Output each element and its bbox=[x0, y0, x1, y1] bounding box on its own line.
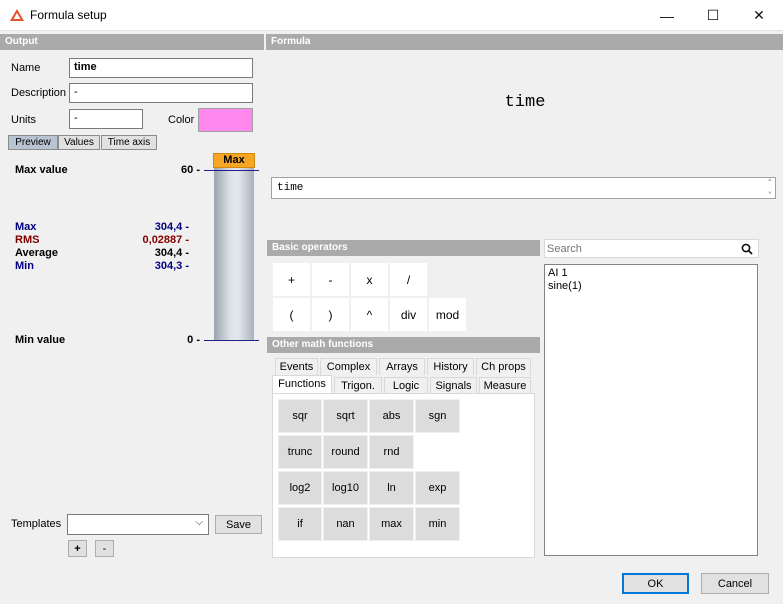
operator-close-paren-button[interactable]: ) bbox=[311, 297, 350, 332]
minimize-button[interactable]: — bbox=[644, 0, 690, 31]
tab-complex[interactable]: Complex bbox=[320, 358, 377, 375]
tab-events[interactable]: Events bbox=[275, 358, 318, 375]
stat-row-max: Max 304,4 - bbox=[15, 221, 189, 234]
save-template-button[interactable]: Save bbox=[215, 515, 262, 534]
max-value-label: Max value bbox=[15, 164, 68, 176]
function-ln-button[interactable]: ln bbox=[369, 471, 414, 505]
stat-row-min: Min 304,3 - bbox=[15, 260, 189, 273]
function-rnd-button[interactable]: rnd bbox=[369, 435, 414, 469]
add-template-button[interactable]: + bbox=[68, 540, 87, 557]
output-header: Output bbox=[0, 34, 264, 50]
function-round-button[interactable]: round bbox=[323, 435, 368, 469]
tab-time-axis[interactable]: Time axis bbox=[101, 135, 157, 150]
function-min-button[interactable]: min bbox=[415, 507, 460, 541]
operator-minus-button[interactable]: - bbox=[311, 262, 350, 297]
min-value-tick: 0 - bbox=[187, 334, 200, 346]
units-field[interactable]: - bbox=[69, 109, 143, 129]
tab-logic[interactable]: Logic bbox=[384, 377, 428, 394]
operator-open-paren-button[interactable]: ( bbox=[272, 297, 311, 332]
operator-power-button[interactable]: ^ bbox=[350, 297, 389, 332]
function-if-button[interactable]: if bbox=[278, 507, 322, 541]
tab-history[interactable]: History bbox=[427, 358, 474, 375]
operator-multiply-button[interactable]: x bbox=[350, 262, 389, 297]
tab-trigon[interactable]: Trigon. bbox=[334, 377, 382, 394]
max-marker-line bbox=[204, 170, 259, 171]
remove-template-button[interactable]: - bbox=[95, 540, 114, 557]
stat-label: RMS bbox=[15, 234, 40, 246]
ok-button[interactable]: OK bbox=[622, 573, 689, 594]
stat-value: 0,02887 - bbox=[142, 234, 189, 246]
description-label: Description bbox=[11, 87, 67, 99]
operator-mod-button[interactable]: mod bbox=[428, 297, 467, 332]
search-icon[interactable] bbox=[741, 243, 753, 255]
formula-preview-text: time bbox=[504, 93, 546, 112]
tab-signals[interactable]: Signals bbox=[430, 377, 477, 394]
function-sgn-button[interactable]: sgn bbox=[415, 399, 460, 433]
tab-functions[interactable]: Functions bbox=[272, 375, 332, 394]
color-label: Color bbox=[168, 114, 195, 126]
min-marker-line bbox=[204, 340, 259, 341]
max-bar-label: Max bbox=[213, 153, 255, 168]
stat-row-average: Average 304,4 - bbox=[15, 247, 189, 260]
chevron-down-icon: ⌵ bbox=[195, 517, 203, 528]
max-value-tick: 60 - bbox=[181, 164, 200, 176]
function-exp-button[interactable]: exp bbox=[415, 471, 460, 505]
color-swatch[interactable] bbox=[198, 108, 253, 132]
formula-preview: time bbox=[266, 93, 783, 112]
maximize-button[interactable]: ☐ bbox=[690, 0, 736, 31]
list-item[interactable]: AI 1 bbox=[548, 267, 754, 280]
formula-header: Formula bbox=[266, 34, 783, 50]
tab-measure[interactable]: Measure bbox=[479, 377, 531, 394]
formula-input[interactable]: time ⌃ ⌄ bbox=[271, 177, 776, 199]
operator-div-button[interactable]: div bbox=[389, 297, 428, 332]
window-title: Formula setup bbox=[30, 8, 107, 22]
list-item[interactable]: sine(1) bbox=[548, 280, 754, 293]
function-log10-button[interactable]: log10 bbox=[323, 471, 368, 505]
stat-value: 304,4 - bbox=[154, 221, 189, 233]
name-field[interactable]: time bbox=[69, 58, 253, 78]
function-sqrt-button[interactable]: sqrt bbox=[323, 399, 368, 433]
units-label: Units bbox=[11, 114, 37, 126]
description-field[interactable]: - bbox=[69, 83, 253, 103]
function-nan-button[interactable]: nan bbox=[323, 507, 368, 541]
min-value-label: Min value bbox=[15, 334, 66, 346]
maximize-icon: ☐ bbox=[706, 7, 720, 23]
channel-list: AI 1 sine(1) bbox=[544, 264, 758, 556]
templates-label: Templates bbox=[11, 518, 62, 530]
formula-input-text: time bbox=[277, 182, 304, 194]
stat-row-rms: RMS 0,02887 - bbox=[15, 234, 189, 247]
tab-values[interactable]: Values bbox=[58, 135, 100, 150]
tab-preview[interactable]: Preview bbox=[8, 135, 58, 150]
stat-value: 304,4 - bbox=[154, 247, 189, 259]
function-sqr-button[interactable]: sqr bbox=[278, 399, 322, 433]
function-abs-button[interactable]: abs bbox=[369, 399, 414, 433]
function-log2-button[interactable]: log2 bbox=[278, 471, 322, 505]
operator-divide-button[interactable]: / bbox=[389, 262, 428, 297]
stat-label: Min bbox=[15, 260, 34, 272]
stat-label: Average bbox=[15, 247, 59, 259]
value-bar bbox=[214, 168, 254, 340]
close-icon: ✕ bbox=[753, 7, 765, 23]
operator-plus-button[interactable]: + bbox=[272, 262, 311, 297]
search-input[interactable] bbox=[547, 241, 732, 256]
app-logo-icon bbox=[10, 9, 24, 21]
tab-arrays[interactable]: Arrays bbox=[379, 358, 425, 375]
cancel-button[interactable]: Cancel bbox=[701, 573, 769, 594]
stat-label: Max bbox=[15, 221, 37, 233]
close-button[interactable]: ✕ bbox=[736, 0, 782, 31]
stats-list: Max 304,4 - RMS 0,02887 - Average 304,4 … bbox=[15, 221, 189, 273]
minimize-icon: — bbox=[660, 7, 674, 24]
name-label: Name bbox=[11, 62, 41, 74]
templates-select[interactable]: ⌵ bbox=[67, 514, 209, 535]
search-box[interactable] bbox=[544, 239, 759, 258]
function-max-button[interactable]: max bbox=[369, 507, 414, 541]
function-trunc-button[interactable]: trunc bbox=[278, 435, 322, 469]
basic-operators-header: Basic operators bbox=[267, 240, 540, 256]
stat-value: 304,3 - bbox=[154, 260, 189, 272]
title-bar: Formula setup — ☐ ✕ bbox=[0, 0, 783, 31]
spinner-icon[interactable]: ⌃ ⌄ bbox=[768, 179, 772, 197]
other-math-header: Other math functions bbox=[267, 337, 540, 353]
tab-ch-props[interactable]: Ch props bbox=[476, 358, 531, 375]
